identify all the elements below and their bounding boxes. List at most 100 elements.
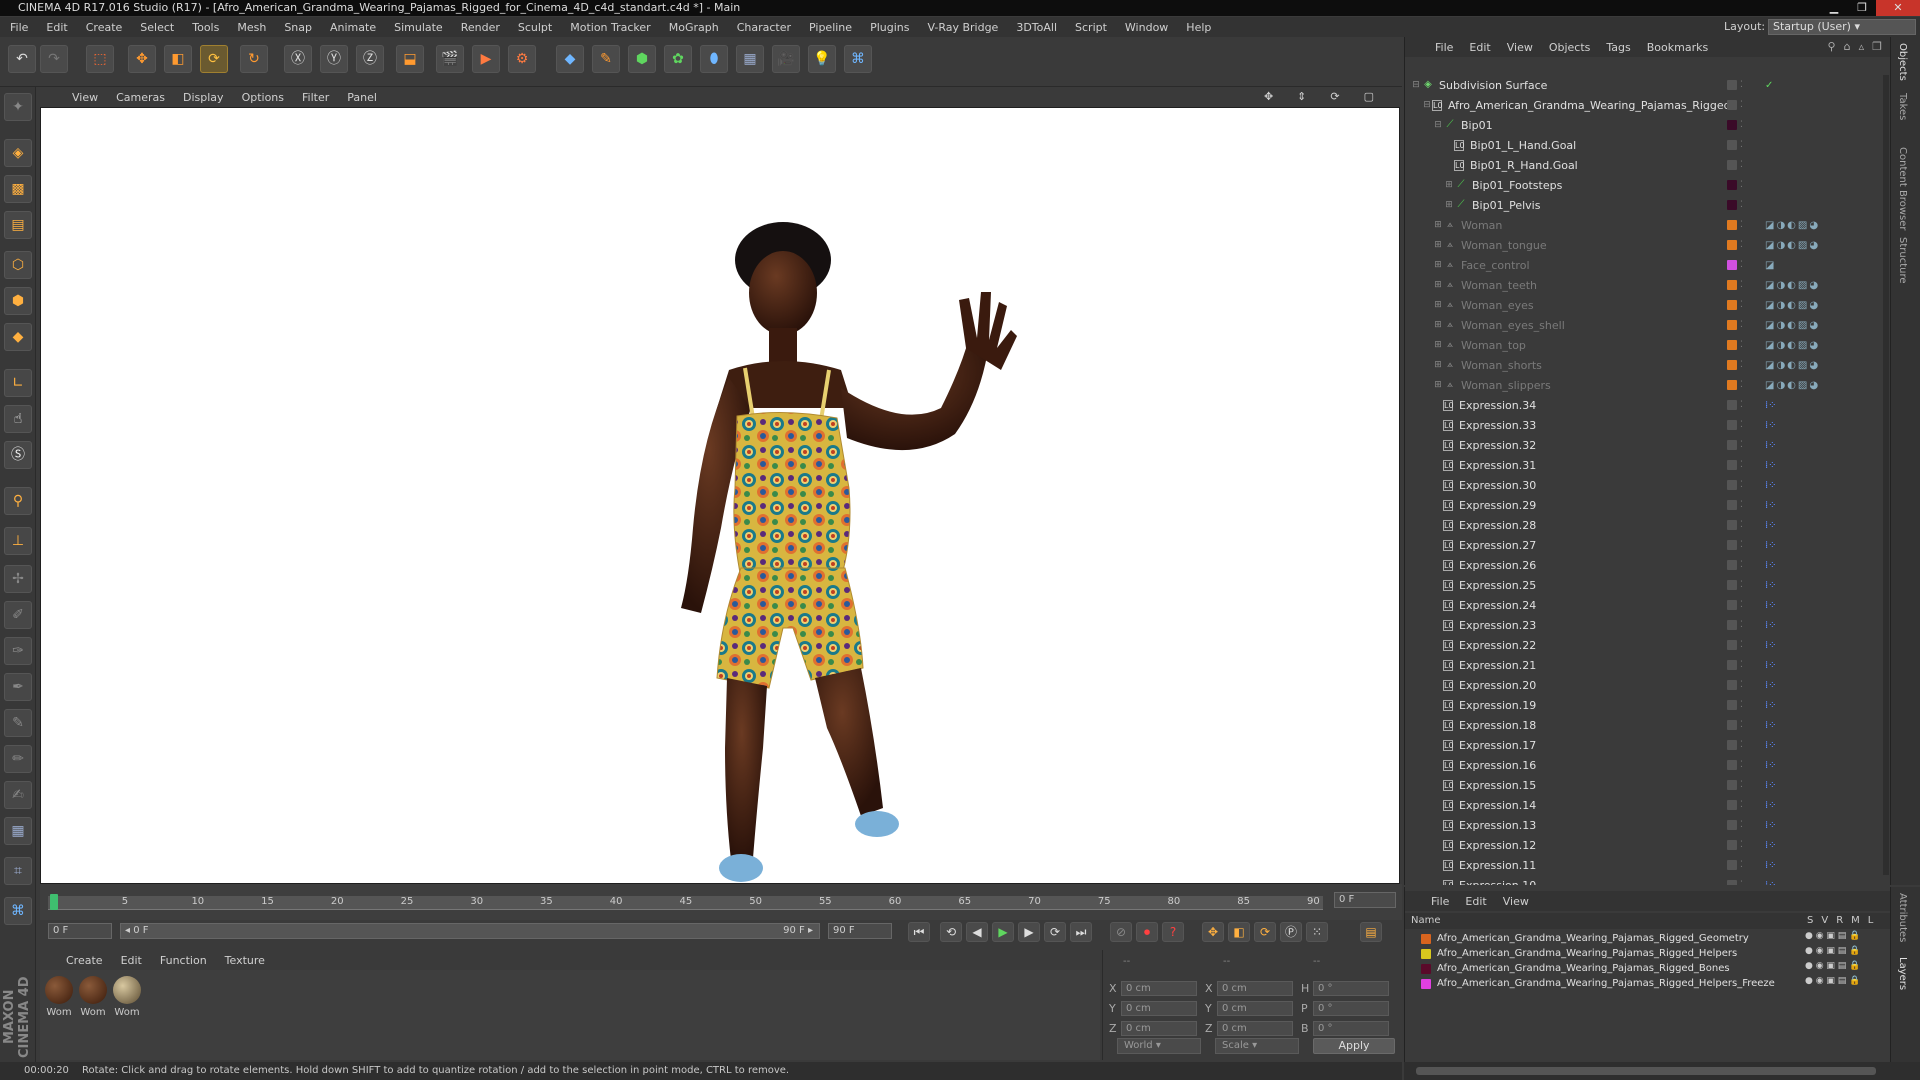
object-row[interactable]: ⊞ ⟑ Woman_teeth ⁚ ◪◑◐▨◕ <box>1405 275 1891 295</box>
up-arrow-icon[interactable]: ▵ <box>1859 40 1865 53</box>
coord-value-field[interactable]: 0 cm <box>1121 1020 1197 1036</box>
object-row[interactable]: L0 Expression.22 ⁚ ⁞⁘ <box>1405 635 1891 655</box>
twirl-icon[interactable]: ⊞ <box>1444 200 1454 210</box>
viewport-move-icon[interactable]: ✥ <box>1264 90 1273 103</box>
menu-motion-tracker[interactable]: Motion Tracker <box>570 21 650 34</box>
layer-color-swatch[interactable] <box>1727 820 1737 830</box>
timeline-playhead[interactable] <box>50 894 58 910</box>
coord-space-dropdown[interactable]: World ▾ <box>1117 1038 1201 1054</box>
rotate-icon[interactable]: ⟳ <box>200 45 228 73</box>
visibility-dots-icon[interactable]: ⁚ <box>1740 600 1744 610</box>
timeline-window-icon[interactable]: ▤ <box>1360 922 1382 942</box>
layer-color-swatch[interactable] <box>1727 860 1737 870</box>
workplane-mode-icon[interactable]: ▤ <box>4 211 32 239</box>
object-row[interactable]: ⊞ ⟑ Woman_shorts ⁚ ◪◑◐▨◕ <box>1405 355 1891 375</box>
material-tags-icon[interactable]: ◪◑◐▨◕ <box>1765 320 1820 331</box>
viewport-rotate-icon[interactable]: ⟳ <box>1330 90 1339 103</box>
visibility-dots-icon[interactable]: ⁚ <box>1740 440 1744 450</box>
expression-tag-icon[interactable]: ⁞⁘ <box>1765 860 1777 871</box>
next-key-icon[interactable]: ⟳ <box>1044 922 1066 942</box>
expression-tag-icon[interactable]: ⁞⁘ <box>1765 560 1777 571</box>
layer-color-swatch[interactable] <box>1727 440 1737 450</box>
layer-color-swatch[interactable] <box>1727 240 1737 250</box>
redo-icon[interactable]: ↷ <box>40 45 68 73</box>
record-keys-icon[interactable]: ⊘ <box>1110 922 1132 942</box>
menu-snap[interactable]: Snap <box>284 21 312 34</box>
expression-tag-icon[interactable]: ⁞⁘ <box>1765 700 1777 711</box>
material-menu-function[interactable]: Function <box>160 954 207 967</box>
preview-range-slider[interactable]: ◂ 0 F 90 F ▸ <box>120 923 820 939</box>
layer-color-swatch[interactable] <box>1727 620 1737 630</box>
object-row[interactable]: L0 Expression.33 ⁚ ⁞⁘ <box>1405 415 1891 435</box>
layer-flag-toggles[interactable]: ● ◉ ▣ ▤ 🔒 <box>1805 931 1860 941</box>
viewport-maximize-icon[interactable]: ▢ <box>1364 90 1374 103</box>
polygons-mode-icon[interactable]: ◆ <box>4 323 32 351</box>
material-menu-create[interactable]: Create <box>66 954 103 967</box>
material-swatch[interactable]: Wom <box>44 976 74 1018</box>
visibility-dots-icon[interactable]: ⁚ <box>1740 420 1744 430</box>
coord-value-field[interactable]: 0 cm <box>1121 1000 1197 1016</box>
expression-tag-icon[interactable]: ⁞⁘ <box>1765 420 1777 431</box>
expression-tag-icon[interactable]: ⁞⁘ <box>1765 880 1777 886</box>
menu-edit[interactable]: Edit <box>46 21 67 34</box>
sculpt-smooth-icon[interactable]: ✒ <box>4 673 32 701</box>
expression-tag-icon[interactable]: ⁞⁘ <box>1765 500 1777 511</box>
search-icon[interactable]: ⚲ <box>1828 40 1836 53</box>
twirl-icon[interactable]: ⊞ <box>1433 380 1443 390</box>
layer-color-swatch[interactable] <box>1727 220 1737 230</box>
expression-tag-icon[interactable]: ⁞⁘ <box>1765 540 1777 551</box>
layer-menu-edit[interactable]: Edit <box>1465 895 1486 908</box>
object-row[interactable]: L0 Expression.28 ⁚ ⁞⁘ <box>1405 515 1891 535</box>
object-row[interactable]: L0 Expression.13 ⁚ ⁞⁘ <box>1405 815 1891 835</box>
layer-color-swatch[interactable] <box>1727 560 1737 570</box>
axis-mode-icon[interactable]: ∟ <box>4 369 32 397</box>
twirl-icon[interactable]: ⊟ <box>1411 80 1421 90</box>
layer-color-swatch[interactable] <box>1727 580 1737 590</box>
object-row[interactable]: ⊟ L0 Afro_American_Grandma_Wearing_Pajamas… <box>1405 95 1891 115</box>
close-button[interactable]: ✕ <box>1876 0 1920 16</box>
visibility-dots-icon[interactable]: ⁚ <box>1740 460 1744 470</box>
python-script-icon[interactable]: ⌘ <box>4 897 32 925</box>
visibility-dots-icon[interactable]: ⁚ <box>1740 640 1744 650</box>
new-window-icon[interactable]: ❐ <box>1872 40 1882 53</box>
sculpt-flatten-icon[interactable]: ✏ <box>4 745 32 773</box>
render-picture-viewer-icon[interactable]: ▶ <box>472 45 500 73</box>
layer-color-swatch[interactable] <box>1727 80 1737 90</box>
expression-tag-icon[interactable]: ⁞⁘ <box>1765 440 1777 451</box>
expression-tag-icon[interactable]: ⁞⁘ <box>1765 640 1777 651</box>
visibility-dots-icon[interactable]: ⁚ <box>1740 400 1744 410</box>
object-row[interactable]: L0 Expression.11 ⁚ ⁞⁘ <box>1405 855 1891 875</box>
menu-plugins[interactable]: Plugins <box>870 21 909 34</box>
object-row[interactable]: ⊞ ⟑ Woman_slippers ⁚ ◪◑◐▨◕ <box>1405 375 1891 395</box>
maximize-button[interactable]: ❐ <box>1848 0 1876 16</box>
layer-color-swatch[interactable] <box>1727 540 1737 550</box>
coord-value-field[interactable]: 0 cm <box>1217 1000 1293 1016</box>
object-row[interactable]: L0 Expression.17 ⁚ ⁞⁘ <box>1405 735 1891 755</box>
object-row[interactable]: L0 Expression.19 ⁚ ⁞⁘ <box>1405 695 1891 715</box>
expression-tag-icon[interactable]: ⁞⁘ <box>1765 580 1777 591</box>
object-row[interactable]: L0 Expression.32 ⁚ ⁞⁘ <box>1405 435 1891 455</box>
object-row[interactable]: ⊟ ◈ Subdivision Surface ⁚ ✓ <box>1405 75 1891 95</box>
layer-color-swatch[interactable] <box>1727 360 1737 370</box>
menu-file[interactable]: File <box>10 21 28 34</box>
visibility-dots-icon[interactable]: ⁚ <box>1740 660 1744 670</box>
visibility-dots-icon[interactable]: ⁚ <box>1740 620 1744 630</box>
layer-color-swatch[interactable] <box>1727 380 1737 390</box>
layer-color-swatch[interactable] <box>1727 660 1737 670</box>
expression-tag-icon[interactable]: ⁞⁘ <box>1765 720 1777 731</box>
python-icon[interactable]: ⌘ <box>844 45 872 73</box>
object-row[interactable]: L0 Expression.23 ⁚ ⁞⁘ <box>1405 615 1891 635</box>
layer-color-swatch[interactable] <box>1727 300 1737 310</box>
menu-pipeline[interactable]: Pipeline <box>809 21 852 34</box>
menu-create[interactable]: Create <box>86 21 123 34</box>
layer-color-swatch[interactable] <box>1727 460 1737 470</box>
layer-row[interactable]: Afro_American_Grandma_Wearing_Pajamas_Ri… <box>1421 946 1737 961</box>
viewport-menu-filter[interactable]: Filter <box>302 91 329 104</box>
visibility-dots-icon[interactable]: ⁚ <box>1740 720 1744 730</box>
layer-color-swatch[interactable] <box>1727 760 1737 770</box>
coord-value-field[interactable]: 0 cm <box>1217 1020 1293 1036</box>
object-row[interactable]: L0 Expression.18 ⁚ ⁞⁘ <box>1405 715 1891 735</box>
object-row[interactable]: ⊞ ⟋ Bip01_Pelvis ⁚ <box>1405 195 1891 215</box>
move-icon[interactable]: ✥ <box>128 45 156 73</box>
visibility-dots-icon[interactable]: ⁚ <box>1740 560 1744 570</box>
